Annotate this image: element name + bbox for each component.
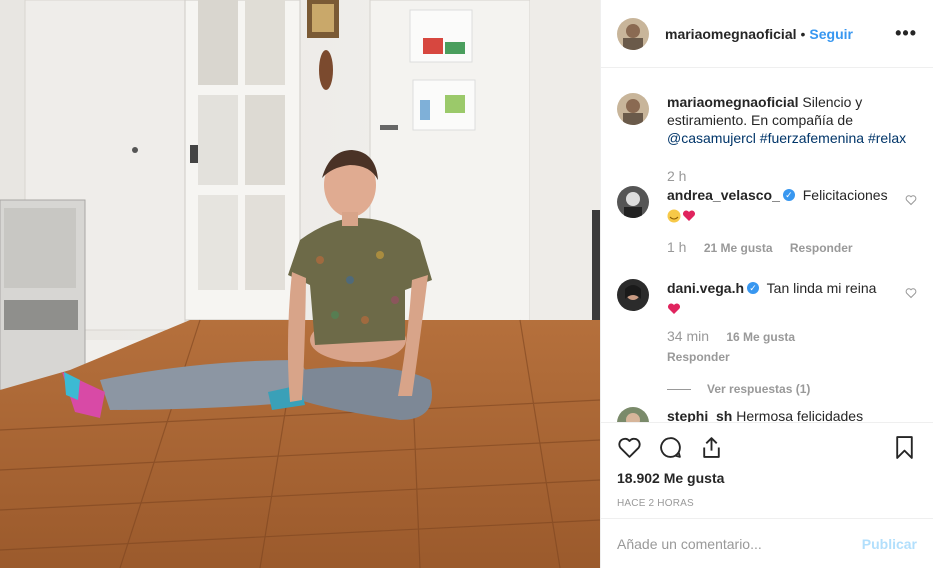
caption-mention[interactable]: @casamujercl (667, 130, 756, 146)
comment-like-icon[interactable] (905, 287, 917, 299)
post-image (0, 0, 600, 568)
likes-count[interactable]: 18.902 Me gusta (601, 470, 933, 486)
owner-avatar[interactable] (617, 17, 649, 50)
replies-line (667, 389, 691, 391)
view-replies-label: Ver respuestas (1) (707, 382, 811, 396)
verified-badge-icon: ✓ (782, 189, 795, 202)
caption-username[interactable]: mariaomegnaoficial (667, 94, 799, 110)
comment-item: dani.vega.h ✓ Tan linda mi reina 34 min 1… (617, 279, 917, 398)
comment-time: 1 h (667, 239, 687, 255)
reply-button[interactable]: Responder (667, 348, 917, 366)
comment-input[interactable]: Añade un comentario... (617, 536, 862, 552)
heart-emoji-icon (667, 302, 681, 316)
follow-button[interactable]: Seguir (809, 26, 853, 42)
posted-time: HACE 2 HORAS (617, 498, 694, 509)
comment-text: Felicitaciones (802, 187, 888, 203)
heart-icon[interactable] (617, 435, 642, 460)
caption-time: 2 h (667, 168, 687, 184)
add-comment-bar: Añade un comentario... Publicar (601, 518, 933, 568)
post-header: mariaomegnaoficial • Seguir ••• (601, 0, 933, 68)
comment-item: stephi_sh Hermosa felicidades (617, 407, 917, 422)
comment-text: Hermosa felicidades (736, 408, 864, 422)
view-replies-button[interactable]: Ver respuestas (1) (667, 380, 917, 398)
post-side-panel: mariaomegnaoficial • Seguir ••• mariaome… (600, 0, 933, 568)
comment-time: 34 min (667, 328, 710, 344)
heart-emoji-icon (682, 209, 696, 223)
commenter-avatar[interactable] (617, 407, 649, 422)
commenter-avatar[interactable] (617, 186, 649, 218)
comment-item: andrea_velasco_ ✓ Felicitaciones 1 h 21 M… (617, 186, 917, 257)
bookmark-icon[interactable] (892, 435, 917, 460)
comments-list[interactable]: mariaomegnaoficial Silencio y estiramien… (601, 69, 933, 422)
comment-username[interactable]: stephi_sh (667, 408, 732, 422)
share-icon[interactable] (699, 435, 724, 460)
commenter-avatar[interactable] (617, 279, 649, 311)
comment-username[interactable]: andrea_velasco_ (667, 187, 780, 203)
post-actions: 18.902 Me gusta HACE 2 HORAS (601, 422, 933, 509)
comment-like-icon[interactable] (905, 194, 917, 206)
more-options-icon[interactable]: ••• (895, 23, 917, 44)
owner-username[interactable]: mariaomegnaoficial (665, 26, 797, 42)
comment-text: Tan linda mi reina (766, 280, 877, 296)
comment-username[interactable]: dani.vega.h (667, 280, 744, 296)
verified-badge-icon: ✓ (747, 282, 760, 295)
caption-avatar[interactable] (617, 93, 649, 125)
hug-emoji-icon (667, 209, 681, 223)
reply-button[interactable]: Responder (790, 241, 853, 255)
comment-icon[interactable] (658, 435, 683, 460)
caption: mariaomegnaoficial Silencio y estiramien… (617, 93, 917, 185)
post-photo[interactable] (0, 0, 600, 568)
comment-likes[interactable]: 16 Me gusta (726, 330, 795, 344)
publish-button[interactable]: Publicar (862, 536, 917, 552)
caption-hashtags[interactable]: #fuerzafemenina #relax (760, 130, 906, 146)
comment-likes[interactable]: 21 Me gusta (704, 241, 773, 255)
separator-dot: • (800, 25, 806, 42)
